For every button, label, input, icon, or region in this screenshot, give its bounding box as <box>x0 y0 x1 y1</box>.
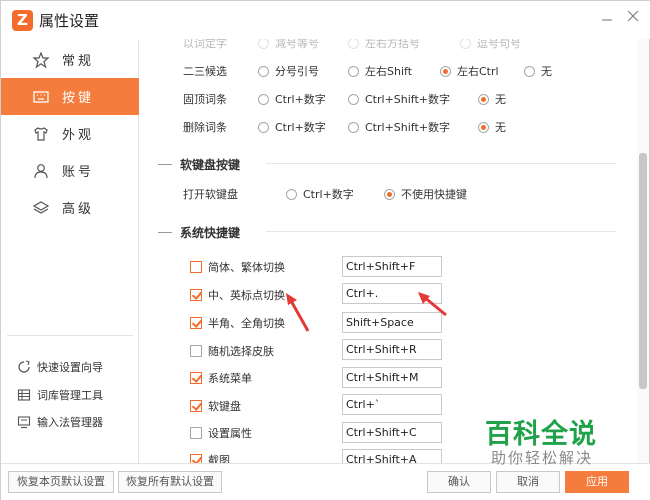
dictionary-tool-link[interactable]: 词库管理工具 <box>17 385 103 405</box>
layers-icon <box>32 200 50 214</box>
hotkey-input[interactable]: Ctrl+Shift+A <box>342 449 442 463</box>
radio-option[interactable]: 逗号句号 <box>460 39 521 51</box>
radio-none[interactable]: 无 <box>478 91 506 107</box>
shortcut-cn-en-punctuation[interactable]: 中、英标点切换 <box>190 285 285 305</box>
radio-left-right-ctrl[interactable]: 左右Ctrl <box>440 63 499 79</box>
row-second-third-candidate: 二三候选 分号引号 左右Shift 左右Ctrl 无 <box>140 61 637 81</box>
section-system-shortcuts: 系统快捷键 <box>158 222 628 242</box>
minimize-icon[interactable] <box>598 9 616 27</box>
star-icon <box>32 50 50 68</box>
sidebar-item-label: 账号 <box>62 165 95 180</box>
cancel-button[interactable]: 取消 <box>496 471 560 493</box>
checkbox[interactable] <box>190 400 202 412</box>
checkbox[interactable] <box>190 345 202 357</box>
radio-option[interactable]: 减号等号 <box>258 39 319 51</box>
watermark-title: 百科全说 <box>485 419 597 450</box>
shortcut-simplified-traditional[interactable]: 简体、繁体切换 <box>190 257 285 277</box>
apply-button[interactable]: 应用 <box>565 471 629 493</box>
checkbox[interactable] <box>190 289 202 301</box>
shortcut-random-skin[interactable]: 随机选择皮肤 <box>190 341 274 361</box>
watermark: 百科全说 助你轻松解决 <box>469 409 623 473</box>
sidebar-item-label: 外观 <box>62 128 95 143</box>
restore-all-defaults-button[interactable]: 恢复所有默认设置 <box>118 471 222 493</box>
tool-label: 词库管理工具 <box>37 389 103 402</box>
radio-ctrl-number[interactable]: Ctrl+数字 <box>258 119 326 135</box>
checkbox[interactable] <box>190 454 202 463</box>
hotkey-input[interactable]: Ctrl+Shift+R <box>342 339 442 360</box>
dictionary-icon <box>17 389 31 401</box>
shortcut-half-full-width[interactable]: 半角、全角切换 <box>190 313 285 333</box>
hotkey-input[interactable]: Ctrl+Shift+F <box>342 256 442 277</box>
window-title: 属性设置 <box>39 12 100 30</box>
shirt-icon <box>34 126 48 141</box>
sidebar-item-keys[interactable]: 按键 <box>1 78 139 115</box>
manager-icon <box>17 416 31 429</box>
row-label: 固顶词条 <box>183 93 227 106</box>
row-delete-entry: 删除词条 Ctrl+数字 Ctrl+Shift+数字 无 <box>140 117 637 137</box>
settings-window: Z 属性设置 常规 按键 外观 账号 高级 快速设置向导 词库管理工具 输入法管… <box>0 0 650 500</box>
row-label: 打开软键盘 <box>183 188 238 201</box>
shortcut-settings[interactable]: 设置属性 <box>190 423 252 443</box>
row-label: 删除词条 <box>183 121 227 134</box>
checkbox[interactable] <box>190 427 202 439</box>
section-soft-keyboard: 软键盘按键 <box>158 154 628 174</box>
section-title: 系统快捷键 <box>180 225 241 240</box>
keyboard-icon <box>33 90 49 103</box>
quick-setup-wizard-link[interactable]: 快速设置向导 <box>17 357 103 377</box>
checkbox[interactable] <box>190 317 202 329</box>
app-logo-icon: Z <box>12 10 33 31</box>
radio-none[interactable]: 无 <box>524 63 552 79</box>
close-icon[interactable] <box>624 9 642 27</box>
radio-ctrl-number[interactable]: Ctrl+数字 <box>258 91 326 107</box>
checkbox[interactable] <box>190 372 202 384</box>
row-label: 二三候选 <box>183 65 227 78</box>
partial-row-word-to-char: 以词定字 减号等号 左右方括号 逗号句号 <box>140 39 637 53</box>
checkbox[interactable] <box>190 261 202 273</box>
ok-button[interactable]: 确认 <box>427 471 491 493</box>
radio-left-right-shift[interactable]: 左右Shift <box>348 63 412 79</box>
keys-settings-panel: 以词定字 减号等号 左右方括号 逗号句号 二三候选 分号引号 左右Shift 左… <box>140 39 637 463</box>
title-bar: Z 属性设置 <box>1 1 650 39</box>
shortcut-soft-keyboard[interactable]: 软键盘 <box>190 396 241 416</box>
hotkey-input[interactable]: Ctrl+Shift+M <box>342 367 442 388</box>
hotkey-input[interactable]: Ctrl+` <box>342 394 442 415</box>
scrollbar-thumb[interactable] <box>639 153 647 389</box>
watermark-subtitle: 助你轻松解决 <box>491 449 594 467</box>
radio-ctrl-number[interactable]: Ctrl+数字 <box>286 186 354 202</box>
ime-manager-link[interactable]: 输入法管理器 <box>17 412 103 432</box>
tool-label: 输入法管理器 <box>37 416 103 429</box>
section-title: 软键盘按键 <box>180 157 241 172</box>
shortcut-screenshot[interactable]: 截图 <box>190 450 230 463</box>
radio-ctrl-shift-number[interactable]: Ctrl+Shift+数字 <box>348 91 450 107</box>
sidebar-item-label: 按键 <box>62 91 95 106</box>
sidebar-item-label: 高级 <box>62 202 95 217</box>
sidebar-item-general[interactable]: 常规 <box>1 41 139 78</box>
annotation-arrow <box>418 292 447 317</box>
hotkey-input[interactable]: Ctrl+Shift+C <box>342 422 442 443</box>
wizard-icon <box>18 360 30 373</box>
annotation-arrow <box>286 293 310 332</box>
radio-none[interactable]: 无 <box>478 119 506 135</box>
radio-no-shortcut[interactable]: 不使用快捷键 <box>384 186 467 202</box>
row-open-soft-keyboard: 打开软键盘 Ctrl+数字 不使用快捷键 <box>140 184 637 204</box>
radio-ctrl-shift-number[interactable]: Ctrl+Shift+数字 <box>348 119 450 135</box>
sidebar-item-label: 常规 <box>62 54 95 69</box>
sidebar-item-advanced[interactable]: 高级 <box>1 189 139 226</box>
shortcut-system-menu[interactable]: 系统菜单 <box>190 368 252 388</box>
radio-semicolon-quote[interactable]: 分号引号 <box>258 63 319 79</box>
sidebar: 常规 按键 外观 账号 高级 快速设置向导 词库管理工具 输入法管理器 <box>1 39 139 463</box>
tool-label: 快速设置向导 <box>37 361 103 374</box>
row-pin-entry: 固顶词条 Ctrl+数字 Ctrl+Shift+数字 无 <box>140 89 637 109</box>
radio-option[interactable]: 左右方括号 <box>348 39 420 51</box>
sidebar-divider <box>7 335 133 336</box>
row-label: 以词定字 <box>183 39 227 50</box>
restore-page-defaults-button[interactable]: 恢复本页默认设置 <box>8 471 114 493</box>
sidebar-item-appearance[interactable]: 外观 <box>1 115 139 152</box>
sidebar-item-account[interactable]: 账号 <box>1 152 139 189</box>
user-icon <box>34 163 48 178</box>
